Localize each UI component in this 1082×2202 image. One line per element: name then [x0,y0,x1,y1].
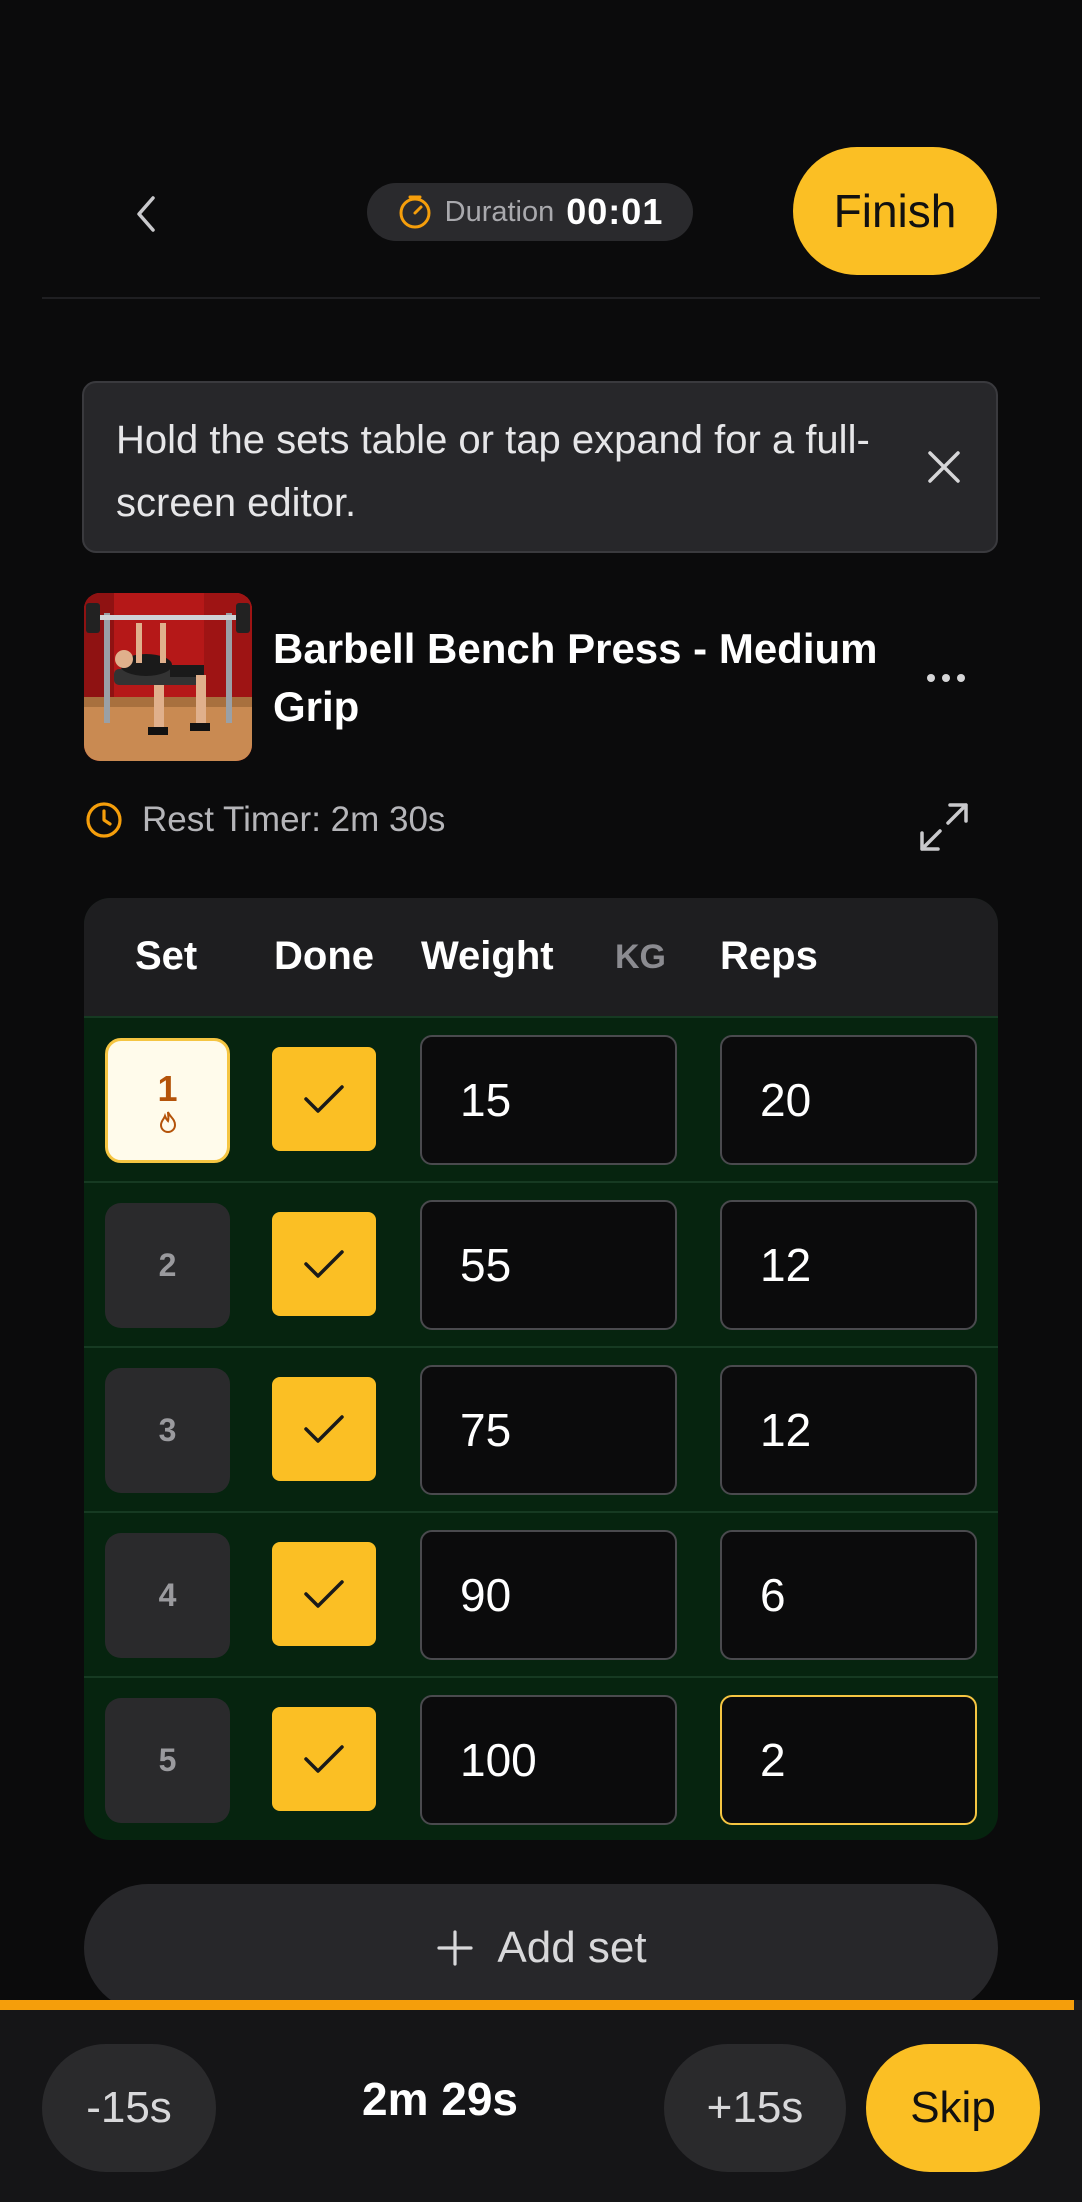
exercise-name[interactable]: Barbell Bench Press - Medium Grip [273,620,893,736]
rest-progress-fill [0,2000,1075,2010]
clock-icon [86,802,122,838]
table-row: 3 75 12 [84,1346,998,1513]
set-number-button[interactable]: 2 [105,1203,230,1328]
minus-15s-button[interactable]: -15s [42,2044,216,2172]
tip-banner: Hold the sets table or tap expand for a … [82,381,998,553]
plus-15s-button[interactable]: +15s [664,2044,846,2172]
stopwatch-icon [399,195,431,229]
back-button[interactable] [120,188,172,240]
table-row: 1 15 20 [84,1016,998,1183]
rest-timer-bar: -15s 2m 29s +15s Skip [0,2010,1082,2202]
check-icon [304,1745,344,1773]
skip-button[interactable]: Skip [866,2044,1040,2172]
set-number: 4 [158,1577,177,1613]
duration-label: Duration [444,195,555,228]
flame-icon [159,1111,176,1133]
add-set-label: Add set [497,1923,647,1972]
done-checkbox[interactable] [272,1377,376,1481]
set-number: 5 [158,1742,177,1778]
add-set-button[interactable]: Add set [84,1884,998,2012]
tip-close-button[interactable] [920,443,968,491]
expand-button[interactable] [912,795,976,859]
header-divider [42,297,1040,299]
plus-icon [437,1930,473,1966]
sets-table[interactable]: Set Done Weight KG Reps 1 15 20 2 55 12 [84,898,998,1840]
check-icon [304,1415,344,1443]
check-icon [304,1250,344,1278]
weight-input[interactable]: 90 [420,1530,677,1660]
reps-input[interactable]: 12 [720,1200,977,1330]
more-dot-icon [927,674,935,682]
rest-remaining: 2m 29s [361,2073,518,2125]
header-weight: Weight [421,934,554,978]
set-number: 2 [158,1247,177,1283]
duration-badge: Duration 00:01 [367,183,693,241]
table-header: Set Done Weight KG Reps [84,898,998,1016]
more-dot-icon [942,674,950,682]
finish-button[interactable]: Finish [793,147,997,275]
check-icon [304,1085,344,1113]
set-number: 1 [157,1067,178,1109]
check-icon [304,1580,344,1608]
header-reps: Reps [720,934,818,978]
reps-input[interactable]: 6 [720,1530,977,1660]
tip-text: Hold the sets table or tap expand for a … [116,418,870,525]
done-checkbox[interactable] [272,1707,376,1811]
more-dot-icon [957,674,965,682]
table-row: 4 90 6 [84,1511,998,1678]
exercise-thumbnail[interactable] [84,593,252,761]
weight-input[interactable]: 75 [420,1365,677,1495]
weight-input[interactable]: 100 [420,1695,677,1825]
set-number: 3 [158,1412,177,1448]
rest-timer-label: Rest Timer: 2m 30s [142,800,446,839]
weight-input[interactable]: 55 [420,1200,677,1330]
set-number-button[interactable]: 5 [105,1698,230,1823]
done-checkbox[interactable] [272,1047,376,1151]
reps-input-focused[interactable]: 2 [720,1695,977,1825]
exercise-image [84,593,252,761]
set-number-button[interactable]: 4 [105,1533,230,1658]
close-icon [928,451,960,483]
header-done: Done [274,934,374,978]
header-unit[interactable]: KG [615,938,666,977]
exercise-more-button[interactable] [916,660,976,696]
reps-input[interactable]: 12 [720,1365,977,1495]
set-number-button[interactable]: 3 [105,1368,230,1493]
done-checkbox[interactable] [272,1212,376,1316]
table-row: 5 100 2 [84,1676,998,1840]
duration-value: 00:01 [566,191,664,232]
set-number-warmup[interactable]: 1 [105,1038,230,1163]
done-checkbox[interactable] [272,1542,376,1646]
table-row: 2 55 12 [84,1181,998,1348]
rest-timer-setting[interactable]: Rest Timer: 2m 30s [84,800,445,840]
expand-icon [920,803,968,851]
weight-input[interactable]: 15 [420,1035,677,1165]
header-set: Set [135,934,198,978]
reps-input[interactable]: 20 [720,1035,977,1165]
chevron-left-icon [137,196,155,232]
